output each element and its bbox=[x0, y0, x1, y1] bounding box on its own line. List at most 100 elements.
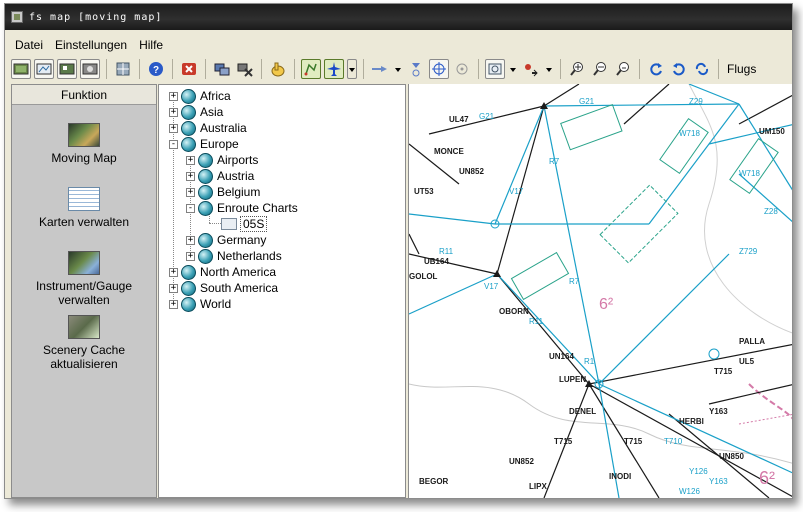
collapse-icon[interactable]: - bbox=[169, 139, 178, 149]
map-label: LIPX bbox=[529, 482, 547, 491]
view-icon[interactable] bbox=[485, 59, 505, 79]
dropdown-icon[interactable] bbox=[347, 59, 357, 79]
hand-icon[interactable] bbox=[268, 59, 288, 79]
map-label: W718 bbox=[679, 129, 700, 138]
map-label: UT53 bbox=[414, 187, 434, 196]
map-window-icon[interactable] bbox=[34, 59, 54, 79]
disconnect-icon[interactable] bbox=[235, 59, 255, 79]
camera-icon[interactable] bbox=[80, 59, 100, 79]
gauge-icon bbox=[68, 251, 100, 275]
tree-item[interactable]: + South America bbox=[169, 280, 278, 296]
collapse-icon[interactable]: - bbox=[186, 203, 195, 213]
expand-icon[interactable]: + bbox=[169, 299, 178, 309]
tree-item[interactable]: + World bbox=[169, 296, 231, 312]
enroute-chart[interactable]: G21 G21 W718 W718 R7 R7 V17 V17 R11 R11 … bbox=[409, 84, 793, 498]
expand-icon[interactable]: + bbox=[169, 267, 178, 277]
toolbar-overflow-label[interactable]: Flugs bbox=[727, 62, 756, 76]
map-label: OBORN bbox=[499, 307, 529, 316]
path-icon[interactable] bbox=[370, 59, 390, 79]
map-label: UN852 bbox=[509, 457, 534, 466]
tree-item[interactable]: + Austria bbox=[186, 168, 254, 184]
expand-icon[interactable]: + bbox=[186, 187, 195, 197]
exit-icon[interactable] bbox=[179, 59, 199, 79]
rotate-right-icon[interactable] bbox=[646, 59, 666, 79]
tree-item-label: World bbox=[200, 297, 232, 311]
globe-icon bbox=[198, 232, 213, 248]
map-label: INODI bbox=[609, 472, 631, 481]
tree-item[interactable]: + Australia bbox=[169, 120, 247, 136]
svg-text:?: ? bbox=[153, 65, 159, 76]
tree-item[interactable]: + Airports bbox=[186, 152, 258, 168]
menu-datei[interactable]: Datei bbox=[15, 38, 43, 52]
map-label: UN850 bbox=[719, 452, 744, 461]
navaid-boxes bbox=[510, 103, 779, 301]
map-label: R11 bbox=[439, 247, 454, 256]
target-icon[interactable] bbox=[429, 59, 449, 79]
map-view-icon[interactable] bbox=[11, 59, 31, 79]
map-label: 6² bbox=[599, 296, 614, 313]
fix-markers bbox=[493, 102, 593, 387]
zoom-out-icon[interactable] bbox=[590, 59, 610, 79]
toolbar-separator bbox=[139, 59, 140, 79]
tree-item[interactable]: - Enroute Charts bbox=[186, 200, 298, 216]
network-icon[interactable] bbox=[212, 59, 232, 79]
map-label: UM150 bbox=[759, 127, 785, 136]
rotate-left-icon[interactable] bbox=[669, 59, 689, 79]
flag-icon[interactable] bbox=[521, 59, 541, 79]
expand-icon[interactable]: + bbox=[186, 251, 195, 261]
tree-item-selected[interactable]: 05S bbox=[221, 216, 268, 232]
menu-hilfe[interactable]: Hilfe bbox=[139, 38, 163, 52]
tree-item[interactable]: + Africa bbox=[169, 88, 231, 104]
waypoint-icon[interactable] bbox=[406, 59, 426, 79]
map-label: T715 bbox=[554, 437, 573, 446]
scenery-cache-icon bbox=[68, 315, 100, 339]
expand-icon[interactable]: + bbox=[169, 123, 178, 133]
fir-boundary bbox=[738, 414, 792, 425]
tree-item[interactable]: + Germany bbox=[186, 232, 266, 248]
toolbar-separator bbox=[205, 59, 206, 79]
chart-map-view[interactable]: G21 G21 W718 W718 R7 R7 V17 V17 R11 R11 … bbox=[408, 84, 793, 498]
tree-item-label: 05S bbox=[240, 216, 268, 232]
expand-icon[interactable]: + bbox=[186, 235, 195, 245]
expand-icon[interactable]: + bbox=[169, 91, 178, 101]
black-labels: UL47 MONCE UN852 UT53 UB164 GOLOL OBORN … bbox=[409, 115, 785, 491]
aircraft-icon[interactable] bbox=[324, 59, 344, 79]
map-label: DENEL bbox=[569, 407, 596, 416]
function-instrument-gauge[interactable]: Instrument/Gauge verwalten bbox=[12, 251, 156, 307]
dropdown-icon[interactable] bbox=[508, 59, 518, 79]
expand-icon[interactable]: + bbox=[186, 155, 195, 165]
expand-icon[interactable]: + bbox=[169, 107, 178, 117]
dropdown-icon[interactable] bbox=[393, 59, 403, 79]
tree-item-label: Europe bbox=[200, 137, 239, 151]
globe-tool-icon[interactable] bbox=[113, 59, 133, 79]
toolbar-separator bbox=[172, 59, 173, 79]
tree-item[interactable]: + Belgium bbox=[186, 184, 260, 200]
crosshair-icon[interactable] bbox=[452, 59, 472, 79]
globe-icon bbox=[181, 104, 196, 120]
tree-item[interactable]: + Asia bbox=[169, 104, 223, 120]
globe-icon bbox=[198, 200, 213, 216]
tree-item[interactable]: + North America bbox=[169, 264, 276, 280]
zoom-in-icon[interactable] bbox=[567, 59, 587, 79]
function-scenery-cache[interactable]: Scenery Cache aktualisieren bbox=[12, 315, 156, 371]
expand-icon[interactable]: + bbox=[169, 283, 178, 293]
toolbar: ? Flugs bbox=[11, 56, 792, 82]
globe-icon bbox=[181, 120, 196, 136]
tree-item-label: Germany bbox=[217, 233, 267, 247]
globe-icon bbox=[181, 296, 196, 312]
help-icon[interactable]: ? bbox=[146, 59, 166, 79]
refresh-icon[interactable] bbox=[692, 59, 712, 79]
menu-einstellungen[interactable]: Einstellungen bbox=[55, 38, 127, 52]
function-moving-map[interactable]: Moving Map bbox=[12, 123, 156, 165]
globe-icon bbox=[181, 136, 196, 152]
map-grid-icon[interactable] bbox=[57, 59, 77, 79]
zoom-fit-icon[interactable] bbox=[613, 59, 633, 79]
tree-item[interactable]: - Europe bbox=[169, 136, 239, 152]
tree-item[interactable]: + Netherlands bbox=[186, 248, 282, 264]
function-karten-verwalten[interactable]: Karten verwalten bbox=[12, 187, 156, 229]
title-bar[interactable]: fs map [moving map] bbox=[5, 4, 792, 30]
dropdown-icon[interactable] bbox=[544, 59, 554, 79]
expand-icon[interactable]: + bbox=[186, 171, 195, 181]
function-label: Moving Map bbox=[51, 151, 117, 165]
route-icon[interactable] bbox=[301, 59, 321, 79]
